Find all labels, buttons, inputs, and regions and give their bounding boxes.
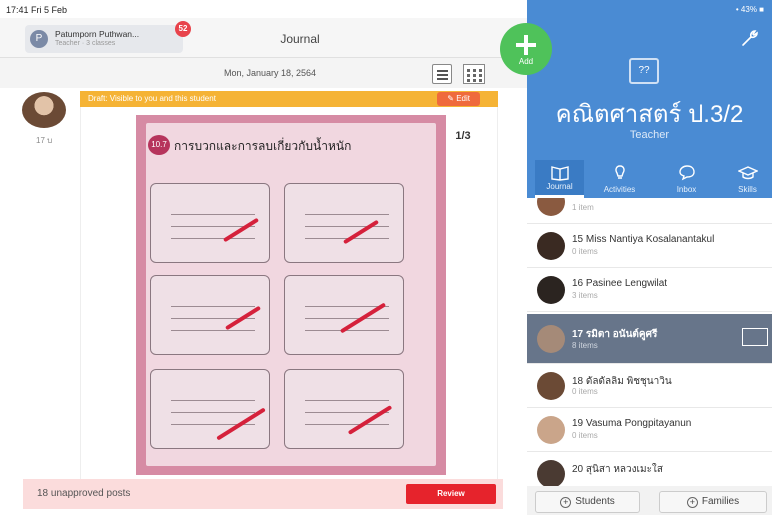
worksheet-problem (284, 275, 404, 355)
student-avatar (537, 416, 565, 444)
student-list: 1 item 15 Miss Nantiya Kosalanantakul 0 … (527, 198, 772, 486)
add-label: Add (518, 57, 534, 66)
worksheet-problem (150, 183, 270, 263)
student-name: 20 สุนิสา หลวงเมะใส (572, 464, 663, 475)
teacher-name: Patumporn Puthwan... (55, 29, 140, 39)
edit-button[interactable]: ✎ Edit (437, 92, 480, 106)
worksheet-badge: 10.7 (148, 135, 170, 155)
photo-page-counter: 1/3 (446, 126, 480, 146)
class-header: • 43% ■ ?? คณิตศาสตร์ ป.3/2 Teacher (527, 0, 772, 160)
student-items: 3 items (572, 291, 598, 300)
families-button[interactable]: + Families (659, 491, 767, 513)
worksheet-paper: 10.7 การบวกและการลบเกี่ยวกับน้ำหนัก (146, 123, 436, 466)
student-avatar[interactable] (22, 92, 66, 128)
student-name: 17 รมิตา อนันต์คูศรี (572, 329, 658, 340)
calendar-view-icon[interactable] (463, 64, 485, 84)
chat-bubble-icon (679, 165, 695, 181)
worksheet-problem (284, 183, 404, 263)
teacher-switcher[interactable]: P Patumporn Puthwan... Teacher · 3 class… (25, 25, 183, 53)
review-button[interactable]: Review (406, 484, 496, 504)
student-avatar (537, 460, 565, 486)
list-view-icon[interactable] (432, 64, 452, 84)
student-items: 1 item (572, 203, 594, 212)
student-name: 15 Miss Nantiya Kosalanantakul (572, 234, 715, 245)
student-row[interactable]: 15 Miss Nantiya Kosalanantakul 0 items (527, 224, 772, 268)
tab-label: Skills (738, 185, 757, 194)
draft-text: Draft: Visible to you and this student (88, 94, 216, 103)
pencil-icon: ✎ (447, 94, 457, 103)
students-label: Students (575, 496, 615, 507)
worksheet-photo[interactable]: 10.7 การบวกและการลบเกี่ยวกับน้ำหนัก (136, 115, 446, 475)
student-row[interactable]: 20 สุนิสา หลวงเมะใส (527, 452, 772, 486)
class-icon: ?? (629, 58, 659, 84)
student-items: 0 items (572, 247, 598, 256)
battery-status: • 43% ■ (735, 5, 764, 14)
unapproved-count: 18 unapproved posts (37, 488, 131, 499)
student-name: 16 Pasinee Lengwilat (572, 278, 668, 289)
student-row[interactable]: 16 Pasinee Lengwilat 3 items (527, 268, 772, 312)
worksheet-problem (150, 369, 270, 449)
families-label: Families (701, 496, 740, 507)
worksheet-problem (150, 275, 270, 355)
student-row[interactable]: 1 item (527, 198, 772, 224)
teacher-subtitle: Teacher · 3 classes (55, 40, 116, 47)
class-pane: • 43% ■ ?? คณิตศาสตร์ ป.3/2 Teacher Jour… (527, 0, 772, 515)
graduation-cap-icon (738, 166, 758, 180)
student-row[interactable]: 19 Vasuma Pongpitayanun 0 items (527, 408, 772, 452)
book-icon (551, 166, 569, 181)
post-author-label: 17 บ (36, 136, 53, 145)
lightbulb-icon (615, 165, 625, 179)
student-avatar (537, 372, 565, 400)
students-button[interactable]: + Students (535, 491, 640, 513)
class-role: Teacher (629, 129, 670, 141)
worksheet-problem (284, 369, 404, 449)
tab-activities[interactable]: Activities (595, 160, 644, 198)
journal-pane: 17:41 Fri 5 Feb P Patumporn Puthwan... T… (0, 0, 527, 515)
date-row: Mon, January 18, 2564 (0, 58, 527, 88)
tab-label: Journal (546, 182, 573, 191)
plus-circle-icon: + (686, 497, 698, 508)
top-header: P Patumporn Puthwan... Teacher · 3 class… (0, 18, 527, 58)
student-avatar (537, 198, 565, 216)
student-row[interactable]: 18 ดัลดัลลิม พิชชุนาวิน 0 items (527, 364, 772, 408)
teacher-avatar: P (30, 30, 48, 48)
bottom-bar: + Students + Families (527, 486, 772, 515)
folder-icon[interactable] (742, 328, 768, 346)
draft-banner: Draft: Visible to you and this student ✎… (80, 91, 498, 107)
plus-circle-icon: + (560, 497, 572, 508)
student-row-selected[interactable]: 17 รมิตา อนันต์คูศรี 8 items (527, 314, 772, 364)
student-items: 8 items (572, 341, 598, 350)
post-date: Mon, January 18, 2564 (223, 68, 317, 78)
student-name: 19 Vasuma Pongpitayanun (572, 418, 692, 429)
student-items: 0 items (572, 431, 598, 440)
post-photo-area[interactable]: 10.7 การบวกและการลบเกี่ยวกับน้ำหนัก 1/3 (80, 107, 498, 480)
student-items: 0 items (572, 387, 598, 396)
student-avatar (537, 325, 565, 353)
worksheet-title: การบวกและการลบเกี่ยวกับน้ำหนัก (174, 139, 352, 153)
wrench-icon[interactable] (740, 28, 760, 48)
edit-label: Edit (456, 94, 470, 103)
status-time: 17:41 Fri 5 Feb (6, 5, 68, 15)
student-avatar (537, 276, 565, 304)
tab-inbox[interactable]: Inbox (662, 160, 711, 198)
tab-skills[interactable]: Skills (723, 160, 772, 198)
tab-label: Activities (603, 185, 636, 194)
notification-badge[interactable]: 52 (175, 21, 191, 37)
add-button[interactable]: Add (500, 23, 552, 75)
tab-journal[interactable]: Journal (535, 160, 584, 198)
class-name: คณิตศาสตร์ ป.3/2 (555, 101, 744, 128)
page-title: Journal (280, 32, 320, 46)
student-avatar (537, 232, 565, 260)
app-root: 17:41 Fri 5 Feb P Patumporn Puthwan... T… (0, 0, 772, 515)
tab-label: Inbox (676, 185, 697, 194)
unapproved-banner: 18 unapproved posts Review (23, 479, 503, 509)
class-tabs: Journal Activities Inbox Skills (527, 160, 772, 198)
